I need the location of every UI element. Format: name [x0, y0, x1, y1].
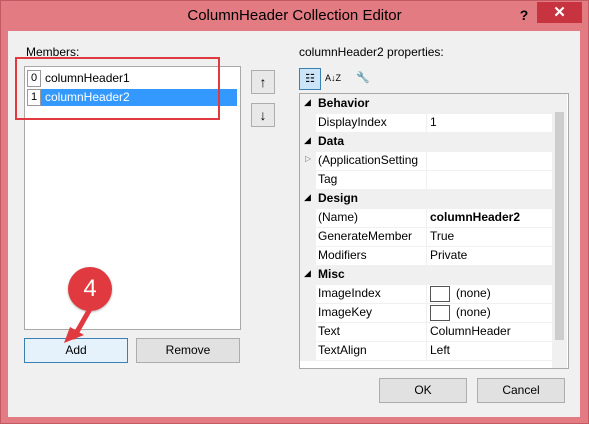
collapse-icon[interactable]: ◢ [304, 268, 311, 279]
property-name: DisplayIndex [318, 115, 387, 129]
property-row[interactable]: Tag [300, 170, 552, 190]
category-row[interactable]: ◢ Design [300, 189, 552, 209]
annotation-arrow-icon [64, 307, 93, 343]
vertical-scrollbar[interactable] [552, 94, 567, 368]
step-badge: 4 [68, 267, 112, 311]
row-gutter [300, 113, 316, 132]
property-row[interactable]: ▷ (ApplicationSetting [300, 151, 552, 171]
dialog-window: ColumnHeader Collection Editor ? ✕ Membe… [0, 0, 589, 424]
category-label: Data [318, 134, 345, 148]
alphabetical-button[interactable]: A↓Z [323, 68, 343, 88]
cancel-button[interactable]: Cancel [477, 378, 565, 403]
property-row[interactable]: DisplayIndex 1 [300, 113, 552, 133]
property-row[interactable]: Modifiers Private [300, 246, 552, 266]
property-row[interactable]: Text ColumnHeader [300, 322, 552, 342]
collapse-icon[interactable]: ◢ [304, 97, 311, 108]
property-name: (ApplicationSetting [318, 153, 419, 167]
category-label: Behavior [318, 96, 370, 110]
property-value[interactable]: (none) [426, 284, 556, 303]
alphabetical-icon: A↓Z [324, 73, 341, 83]
property-name: GenerateMember [318, 229, 413, 243]
row-gutter [300, 284, 316, 303]
property-value[interactable]: Private [426, 246, 556, 265]
property-pages-button[interactable]: 🔧 [353, 68, 373, 88]
expand-icon[interactable]: ▷ [305, 154, 311, 163]
property-name: ImageIndex [318, 286, 381, 300]
window-title: ColumnHeader Collection Editor [187, 7, 402, 24]
property-value[interactable]: 1 [426, 113, 556, 132]
scrollbar-thumb[interactable] [555, 112, 564, 340]
title-bar[interactable]: ColumnHeader Collection Editor ? ✕ [1, 1, 588, 31]
property-value[interactable] [426, 151, 556, 170]
row-gutter [300, 303, 316, 322]
dialog-client-area: Members: 0 columnHeader1 1 columnHeader2… [8, 31, 580, 417]
ok-button[interactable]: OK [379, 378, 467, 403]
category-row[interactable]: ◢ Data [300, 132, 552, 152]
property-value[interactable]: True [426, 227, 556, 246]
row-gutter [300, 246, 316, 265]
property-value[interactable]: (none) [426, 303, 556, 322]
close-button[interactable]: ✕ [537, 2, 582, 23]
row-gutter [300, 170, 316, 189]
property-name: Text [318, 324, 341, 338]
move-up-button[interactable]: ↑ [251, 70, 275, 94]
properties-toolbar: ☷ A↓Z 🔧 [299, 68, 379, 90]
collapse-icon[interactable]: ◢ [304, 135, 311, 146]
properties-label: columnHeader2 properties: [299, 45, 444, 59]
property-value[interactable]: Left [426, 341, 556, 360]
property-value-text: (none) [456, 305, 491, 319]
property-name: (Name) [318, 210, 359, 224]
property-name: ImageKey [318, 305, 373, 319]
category-row[interactable]: ◢ Misc [300, 265, 552, 285]
wrench-icon: 🔧 [356, 72, 370, 84]
property-value[interactable]: ColumnHeader [426, 322, 556, 341]
property-value-text: (none) [456, 286, 491, 300]
collapse-icon[interactable]: ◢ [304, 192, 311, 203]
annotation-highlight-box [15, 57, 220, 120]
category-label: Design [318, 191, 359, 205]
property-grid[interactable]: ◢ Behavior DisplayIndex 1 ◢ Data ▷ (Appl… [299, 93, 569, 369]
property-row[interactable]: GenerateMember True [300, 227, 552, 247]
property-row[interactable]: TextAlign Left [300, 341, 552, 361]
row-gutter [300, 322, 316, 341]
property-name: TextAlign [318, 343, 367, 357]
categorized-icon: ☷ [305, 73, 315, 85]
property-name: Tag [318, 172, 338, 186]
row-gutter [300, 341, 316, 360]
row-gutter [300, 208, 316, 227]
image-swatch-icon [430, 285, 450, 302]
property-row[interactable]: ImageIndex (none) [300, 284, 552, 304]
help-button[interactable]: ? [513, 5, 535, 25]
arrow-down-icon: ↓ [259, 107, 267, 123]
image-swatch-icon [430, 304, 450, 321]
property-value[interactable]: columnHeader2 [426, 208, 556, 227]
property-value[interactable] [426, 170, 556, 189]
category-row[interactable]: ◢ Behavior [300, 94, 552, 114]
categorized-button[interactable]: ☷ [299, 68, 321, 90]
category-label: Misc [318, 267, 345, 281]
remove-button[interactable]: Remove [136, 338, 240, 363]
property-row[interactable]: (Name) columnHeader2 [300, 208, 552, 228]
property-row[interactable]: ImageKey (none) [300, 303, 552, 323]
arrow-up-icon: ↑ [259, 74, 267, 90]
row-gutter [300, 227, 316, 246]
property-name: Modifiers [318, 248, 367, 262]
move-down-button[interactable]: ↓ [251, 103, 275, 127]
